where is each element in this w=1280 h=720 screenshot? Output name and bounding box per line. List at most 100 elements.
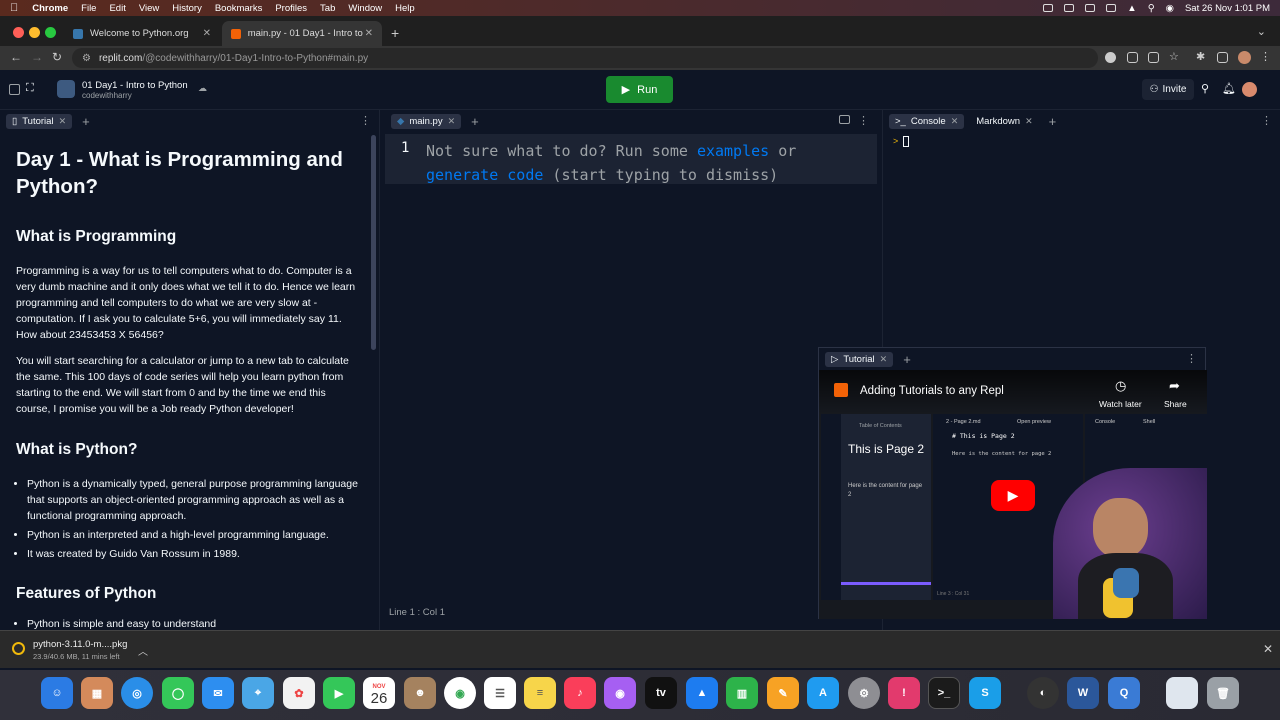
podcasts-icon[interactable]: ◉ bbox=[604, 677, 636, 709]
obs-icon[interactable]: ◐ bbox=[1027, 677, 1059, 709]
finder-icon[interactable]: ☺ bbox=[41, 677, 73, 709]
examples-link[interactable]: examples bbox=[697, 142, 769, 160]
battery-icon[interactable] bbox=[1106, 4, 1117, 12]
calendar-icon[interactable]: NOV 26 bbox=[363, 677, 395, 709]
browser-tab-python[interactable]: Welcome to Python.org ✕ bbox=[64, 21, 220, 46]
forward-icon[interactable]: → bbox=[31, 50, 43, 64]
tab-console[interactable]: >_ Console ✕ bbox=[889, 113, 965, 129]
install-icon[interactable] bbox=[1127, 52, 1138, 63]
add-tab-button[interactable]: + bbox=[903, 352, 911, 367]
youtube-video-player[interactable]: Adding Tutorials to any Repl ◷ Watch lat… bbox=[819, 370, 1207, 619]
tab-tutorial[interactable]: ▯ Tutorial ✕ bbox=[6, 113, 73, 129]
menu-view[interactable]: View bbox=[139, 3, 159, 14]
google-icon[interactable] bbox=[1105, 52, 1116, 63]
search-icon[interactable]: ⚲ bbox=[1201, 82, 1209, 95]
profile-avatar[interactable] bbox=[1238, 51, 1251, 64]
menu-bookmarks[interactable]: Bookmarks bbox=[215, 3, 263, 14]
sidebar-toggle-icon[interactable] bbox=[9, 84, 20, 95]
share-label[interactable]: Share bbox=[1164, 399, 1187, 409]
notifications-bell-icon[interactable]: 🔔︎ bbox=[1222, 82, 1236, 95]
pane-menu-icon[interactable]: ⋮ bbox=[1261, 114, 1272, 127]
extensions-icon[interactable]: ✱ bbox=[1196, 50, 1205, 63]
display-icon[interactable] bbox=[1085, 4, 1096, 12]
video-progress-bar[interactable] bbox=[841, 582, 931, 585]
chevron-up-icon[interactable]: ︿ bbox=[138, 643, 148, 658]
replit-channel-icon[interactable] bbox=[834, 383, 848, 397]
replit-logo-icon[interactable]: ⛶ bbox=[26, 82, 34, 95]
new-tab-button[interactable]: + bbox=[391, 25, 399, 41]
close-tab-icon[interactable]: ✕ bbox=[951, 116, 959, 127]
reminders-icon[interactable]: ☰ bbox=[484, 677, 516, 709]
clock-icon[interactable]: ◷ bbox=[1115, 378, 1126, 394]
chrome-menu-icon[interactable]: ⋮ bbox=[1260, 50, 1271, 63]
run-button[interactable]: ▶ Run bbox=[606, 76, 673, 103]
url-field[interactable]: ⚙ replit.com /@codewithharry/01-Day1-Int… bbox=[72, 48, 1098, 68]
video-title[interactable]: Adding Tutorials to any Repl bbox=[860, 385, 1004, 397]
pane-menu-icon[interactable]: ⋮ bbox=[360, 114, 371, 127]
browser-tab-replit[interactable]: main.py - 01 Day1 - Intro to Py ✕ bbox=[222, 21, 382, 46]
close-tab-icon[interactable]: ✕ bbox=[203, 28, 211, 39]
scrollbar-thumb[interactable] bbox=[371, 135, 376, 350]
apple-tv-icon[interactable]: tv bbox=[645, 677, 677, 709]
close-downloads-icon[interactable]: ✕ bbox=[1263, 642, 1273, 656]
quicktime-icon[interactable]: Q bbox=[1108, 677, 1140, 709]
invite-button[interactable]: ⚇ Invite bbox=[1142, 79, 1194, 100]
cloud-icon[interactable] bbox=[1064, 4, 1075, 12]
repl-owner[interactable]: codewithharry bbox=[82, 91, 132, 100]
keynote-icon[interactable]: ▲ bbox=[686, 677, 718, 709]
tab-markdown[interactable]: Markdown ✕ bbox=[970, 114, 1038, 129]
clock-text[interactable]: Sat 26 Nov 1:01 PM bbox=[1185, 3, 1270, 14]
reload-icon[interactable]: ↻ bbox=[52, 50, 62, 64]
control-center-icon[interactable]: ◉ bbox=[1166, 3, 1174, 14]
share-arrow-icon[interactable]: ➦ bbox=[1169, 378, 1180, 394]
word-icon[interactable]: W bbox=[1067, 677, 1099, 709]
format-icon[interactable] bbox=[839, 115, 850, 124]
minimize-window-button[interactable] bbox=[29, 27, 40, 38]
share-icon[interactable] bbox=[1148, 52, 1159, 63]
menu-history[interactable]: History bbox=[172, 3, 202, 14]
photos-icon[interactable]: ✿ bbox=[283, 677, 315, 709]
launchpad-icon[interactable]: ▦ bbox=[81, 677, 113, 709]
close-tab-icon[interactable]: ✕ bbox=[880, 354, 888, 365]
menu-edit[interactable]: Edit bbox=[109, 3, 125, 14]
add-tab-button[interactable]: + bbox=[471, 114, 479, 129]
sidepanel-icon[interactable] bbox=[1217, 52, 1228, 63]
messages-icon[interactable]: ◯ bbox=[162, 677, 194, 709]
console-cursor[interactable] bbox=[903, 136, 909, 147]
menu-window[interactable]: Window bbox=[348, 3, 382, 14]
safari-icon[interactable]: ◎ bbox=[121, 677, 153, 709]
tab-search-icon[interactable]: ⌄ bbox=[1257, 25, 1266, 38]
menu-file[interactable]: File bbox=[81, 3, 96, 14]
status-icon[interactable] bbox=[1043, 4, 1054, 12]
apple-icon[interactable]:  bbox=[10, 2, 18, 14]
chrome-icon[interactable]: ◉ bbox=[444, 677, 476, 709]
numbers-icon[interactable]: ▥ bbox=[726, 677, 758, 709]
bookmark-star-icon[interactable]: ☆ bbox=[1169, 50, 1179, 63]
pages-icon[interactable]: ✎ bbox=[767, 677, 799, 709]
youtube-play-button[interactable]: ▶ bbox=[991, 480, 1035, 511]
menu-help[interactable]: Help bbox=[395, 3, 415, 14]
repl-avatar[interactable] bbox=[57, 80, 75, 98]
close-tab-icon[interactable]: ✕ bbox=[448, 116, 456, 127]
close-tab-icon[interactable]: ✕ bbox=[1025, 116, 1033, 127]
feedback-icon[interactable]: ! bbox=[888, 677, 920, 709]
pane-menu-icon[interactable]: ⋮ bbox=[858, 114, 869, 127]
back-icon[interactable]: ← bbox=[10, 50, 22, 64]
tab-main-py[interactable]: ◆ main.py ✕ bbox=[391, 113, 462, 129]
music-icon[interactable]: ♪ bbox=[564, 677, 596, 709]
search-icon[interactable]: ⚲ bbox=[1148, 3, 1155, 14]
download-filename[interactable]: python-3.11.0-m....pkg bbox=[33, 639, 127, 650]
notes-icon[interactable]: ≡ bbox=[524, 677, 556, 709]
user-avatar[interactable] bbox=[1242, 82, 1257, 97]
close-tab-icon[interactable]: ✕ bbox=[365, 28, 373, 39]
mail-icon[interactable]: ✉ bbox=[202, 677, 234, 709]
site-info-icon[interactable]: ⚙ bbox=[82, 53, 91, 64]
maps-icon[interactable]: ⌖ bbox=[242, 677, 274, 709]
zoom-window-button[interactable] bbox=[45, 27, 56, 38]
menu-app-name[interactable]: Chrome bbox=[32, 3, 68, 14]
editor-current-line[interactable]: 1 Not sure what to do? Run some examples… bbox=[385, 134, 877, 184]
wifi-icon[interactable]: ▲ bbox=[1127, 3, 1136, 14]
system-settings-icon[interactable]: ⚙ bbox=[848, 677, 880, 709]
tab-tutorial-floating[interactable]: ▷ Tutorial ✕ bbox=[825, 351, 894, 367]
add-tab-button[interactable]: + bbox=[1049, 114, 1057, 129]
